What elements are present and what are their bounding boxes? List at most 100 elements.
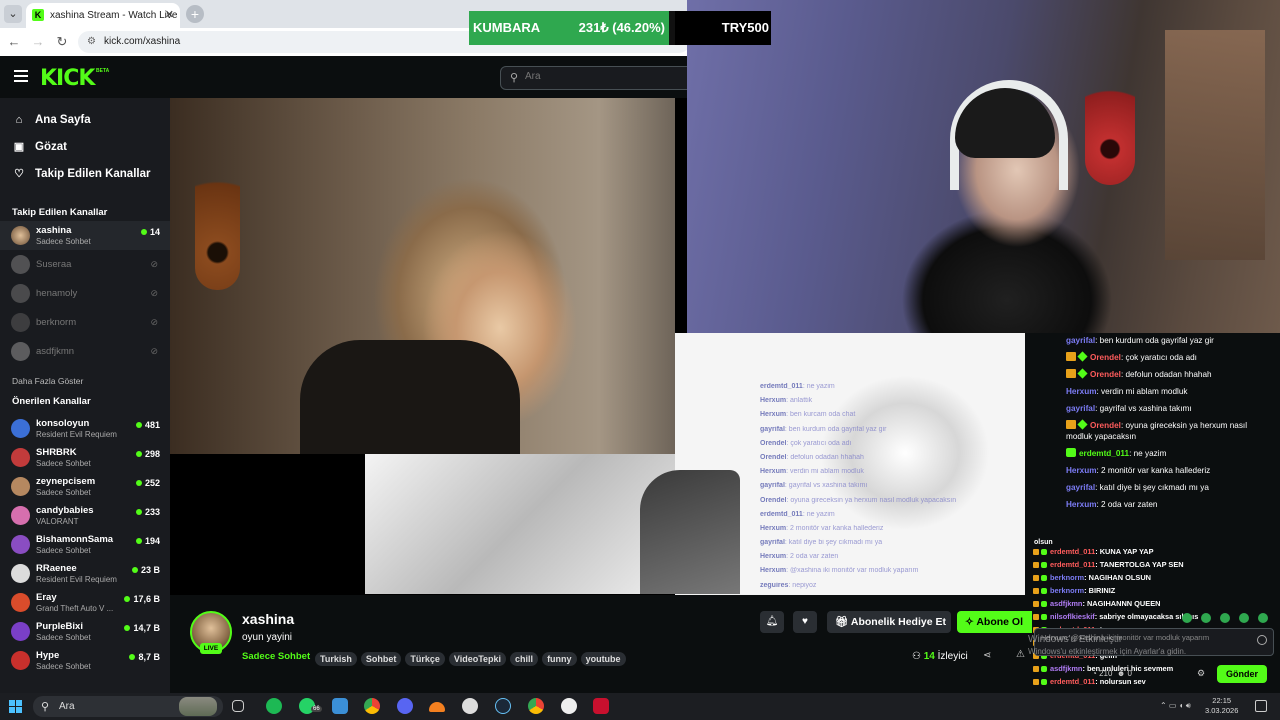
kick-favicon-icon: K — [32, 9, 44, 21]
cloud-app-icon[interactable] — [429, 702, 445, 712]
search-box[interactable]: ⚲ — [500, 66, 700, 90]
stream-title: oyun yayini — [242, 632, 293, 643]
chat-username[interactable]: Herxum — [1066, 500, 1097, 509]
followed-channel-asdfjkmn[interactable]: asdfjkmn ⊘ — [0, 337, 170, 366]
tab-close-icon[interactable]: ✕ — [165, 3, 174, 28]
emote-icon[interactable] — [1220, 613, 1230, 623]
nav-following[interactable]: ♡ Takip Edilen Kanallar — [0, 161, 170, 187]
tag-turkish[interactable]: Turkish — [315, 652, 357, 666]
obs-icon[interactable] — [462, 698, 478, 714]
tag-funny[interactable]: funny — [542, 652, 577, 666]
emote-icon[interactable] — [1201, 613, 1211, 623]
chat-username[interactable]: Herxum — [1066, 387, 1097, 396]
tab-list-button[interactable]: ⌄ — [4, 5, 22, 23]
chat-username[interactable]: Orendel — [1090, 370, 1121, 379]
emote-icon[interactable] — [1258, 613, 1268, 623]
tag-youtube[interactable]: youtube — [580, 652, 626, 666]
menu-icon[interactable] — [14, 70, 28, 82]
subscribe-button[interactable]: ✧ Abone Ol — [957, 611, 1037, 633]
chat-username[interactable]: gayrifal — [1066, 336, 1095, 345]
report-icon[interactable]: ⚠ — [1016, 649, 1025, 660]
kick-header: KICK BETA ⚲ — [0, 56, 700, 98]
streamer-name[interactable]: xashina — [242, 611, 294, 627]
app-icon[interactable] — [561, 698, 577, 714]
recommended-channel-zeynepcisem[interactable]: zeynepcisem Sadece Sohbet 252 — [0, 472, 170, 501]
show-more-link[interactable]: Daha Fazla Göster — [0, 370, 170, 392]
chat-username[interactable]: Orendel — [1090, 353, 1121, 362]
share-icon[interactable]: ⋖ — [983, 650, 991, 661]
chat-message[interactable]: Herxum: 2 monitör var kanka hallederiz — [1032, 463, 1280, 480]
reload-icon[interactable]: ↻ — [54, 34, 70, 50]
recommended-channel-shrbrk[interactable]: SHRBRK Sadece Sohbet 298 — [0, 443, 170, 472]
new-tab-button[interactable]: + — [186, 5, 204, 23]
notification-center-icon[interactable] — [1255, 700, 1267, 712]
chat-message[interactable]: gayrifal: gayrifal vs xashina takımı — [1032, 401, 1280, 418]
nav-browse-label: Gözat — [35, 141, 67, 153]
chat-message[interactable]: gayrifal: ben kurdum oda gayrifal yaz gi… — [1032, 333, 1280, 350]
steam-icon[interactable] — [495, 698, 511, 714]
recommended-channel-rraenee[interactable]: RRaenee Resident Evil Requiem 23 B — [0, 559, 170, 588]
chat-username[interactable]: gayrifal — [1066, 483, 1095, 492]
emote-picker-icon[interactable] — [1257, 635, 1267, 645]
stream-category-link[interactable]: Sadece Sohbet — [242, 651, 310, 662]
emote-icon[interactable] — [1182, 613, 1192, 623]
chat-message[interactable]: Orendel: çok yaratıcı oda adı — [1032, 350, 1280, 367]
nav-home[interactable]: ⌂ Ana Sayfa — [0, 107, 170, 133]
taskbar-clock[interactable]: 22:15 3.03.2026 — [1205, 696, 1238, 716]
recommended-channel-konsoloyun[interactable]: konsoloyun Resident Evil Requiem 481 — [0, 414, 170, 443]
chat-username[interactable]: Orendel — [1090, 421, 1121, 430]
mirrored-chat-user: Herxum — [760, 411, 787, 419]
chat-message[interactable]: Herxum: verdin mi ablam modluk — [1032, 384, 1280, 401]
chat-message[interactable]: Herxum: 2 oda var zaten — [1032, 497, 1280, 514]
taskbar-search[interactable]: ⚲ Ara — [33, 696, 223, 717]
followed-channel-xashina[interactable]: xashina Sadece Sohbet 14 — [0, 221, 170, 250]
follow-button[interactable]: ♥ — [793, 611, 817, 633]
task-view-icon[interactable] — [232, 700, 244, 712]
recommended-channel-bishamonnsama[interactable]: BishamonnSama Sadece Sohbet 194 — [0, 530, 170, 559]
gift-subscription-button[interactable]: 🎁︎ Abonelik Hediye Et — [827, 611, 951, 633]
windows-start-icon[interactable] — [9, 700, 22, 713]
recommended-channel-hype[interactable]: Hype Sadece Sohbet 8,7 B — [0, 646, 170, 675]
followed-channel-suseraa[interactable]: Suseraa ⊘ — [0, 250, 170, 279]
browser-tab[interactable]: K xashina Stream - Watch Live ✕ — [26, 3, 180, 28]
chat-text: : ne yazim — [1129, 449, 1167, 458]
chat-username[interactable]: Herxum — [1066, 466, 1097, 475]
emote-icon[interactable] — [1239, 613, 1249, 623]
tag-sohbet[interactable]: Sohbet — [360, 652, 402, 666]
recommended-channel-candybabies[interactable]: candybabies VALORANT 233 — [0, 501, 170, 530]
settings-icon[interactable]: ⚙ — [1197, 668, 1205, 679]
tag-videotepki[interactable]: VideoTepki — [448, 652, 507, 666]
followed-channel-henamoly[interactable]: henamoly ⊘ — [0, 279, 170, 308]
recommended-channel-purplebixi[interactable]: PurpleBixi Sadece Sohbet 14,7 B — [0, 617, 170, 646]
mirrored-chat-user: gayrifal — [760, 539, 785, 547]
system-tray-icons[interactable]: ⌃ ▭ ◖ 🔊︎ — [1160, 701, 1191, 711]
game-app-icon[interactable] — [593, 698, 609, 714]
send-button[interactable]: Gönder — [1217, 665, 1267, 683]
chrome-icon[interactable] — [364, 698, 380, 714]
search-input[interactable] — [525, 71, 675, 82]
file-explorer-icon[interactable] — [332, 698, 348, 714]
avatar — [11, 651, 30, 670]
chat-username[interactable]: gayrifal — [1066, 404, 1095, 413]
site-info-icon[interactable]: ⚙ — [87, 31, 96, 53]
chrome-2-icon[interactable] — [528, 698, 544, 714]
discord-icon[interactable] — [397, 698, 413, 714]
chat-message[interactable]: erdemtd_011: ne yazim — [1032, 446, 1280, 463]
nav-browse[interactable]: ▣ Gözat — [0, 134, 170, 160]
recommended-channel-eray[interactable]: Eray Grand Theft Auto V ... 17,6 B — [0, 588, 170, 617]
notification-button[interactable]: 🔔︎ — [760, 611, 784, 633]
chat-message[interactable]: gayrifal: katıl diye bi şey cıkmadı mı y… — [1032, 480, 1280, 497]
spotify-icon[interactable] — [266, 698, 282, 714]
followed-channel-berknorm[interactable]: berknorm ⊘ — [0, 308, 170, 337]
chat-message-list[interactable]: gayrifal: ben kurdum oda gayrifal yaz gi… — [1032, 333, 1280, 514]
chat-message[interactable]: Orendel: oyuna gireceksin ya herxum nası… — [1032, 418, 1280, 446]
back-icon[interactable]: ← — [6, 34, 22, 50]
chat-username[interactable]: erdemtd_011 — [1079, 449, 1129, 458]
tag-chill[interactable]: chill — [510, 652, 539, 666]
tag-türkçe[interactable]: Türkçe — [405, 652, 445, 666]
chat-message[interactable]: Orendel: defolun odadan hhahah — [1032, 367, 1280, 384]
forward-icon[interactable]: → — [30, 34, 46, 50]
viewer-count: 252 — [135, 478, 160, 488]
kick-logo[interactable]: KICK — [40, 66, 95, 91]
browse-icon: ▣ — [13, 141, 25, 153]
